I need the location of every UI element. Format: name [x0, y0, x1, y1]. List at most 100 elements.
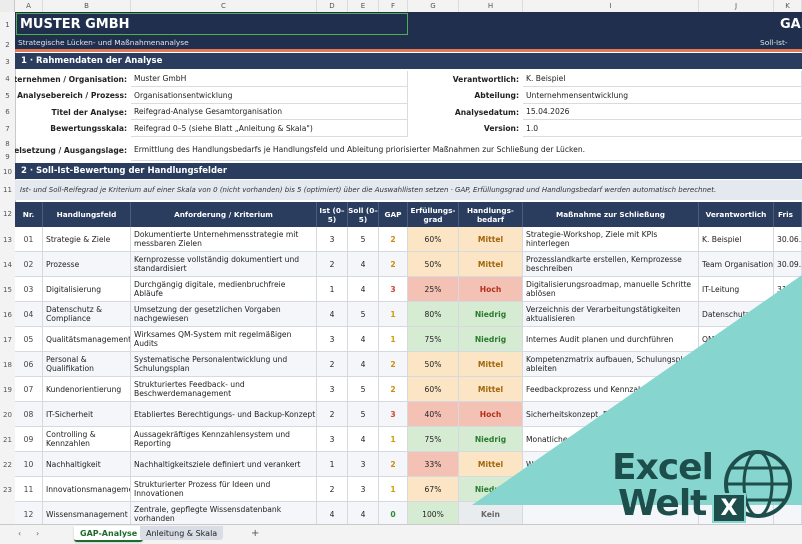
- criterion[interactable]: Strukturiertes Feedback- und Beschwerdem…: [131, 377, 317, 402]
- ist-value[interactable]: 1: [317, 452, 348, 477]
- soll-value[interactable]: 4: [348, 252, 379, 277]
- row-header-12[interactable]: 12: [0, 200, 15, 227]
- row-header-21[interactable]: 21: [0, 427, 15, 452]
- col-header-k[interactable]: K: [774, 0, 802, 12]
- row-header-6[interactable]: 6: [0, 104, 15, 120]
- row-header-22[interactable]: 22: [0, 452, 15, 477]
- field-name[interactable]: Personal & Qualifikation: [43, 352, 131, 377]
- spreadsheet-grid[interactable]: A B C D E F G H I J K 1 2 3 4 5 6 7 8 9 10 11 12 13 1…: [0, 0, 802, 524]
- soll-value[interactable]: 3: [348, 452, 379, 477]
- soll-value[interactable]: 4: [348, 352, 379, 377]
- deadline[interactable]: 30.09.: [774, 252, 802, 277]
- row-header-23[interactable]: 23: [0, 477, 15, 502]
- col-header-f[interactable]: F: [379, 0, 408, 12]
- col-header-i[interactable]: I: [523, 0, 699, 12]
- soll-value[interactable]: 5: [348, 227, 379, 252]
- tab-scroll-right-icon[interactable]: ›: [30, 526, 45, 540]
- field-name[interactable]: IT-Sicherheit: [43, 402, 131, 427]
- col-header-e[interactable]: E: [348, 0, 379, 12]
- row-header-9[interactable]: 9: [0, 151, 15, 163]
- row-header-1[interactable]: 1: [0, 12, 15, 37]
- ist-value[interactable]: 3: [317, 227, 348, 252]
- row-header-17[interactable]: 17: [0, 327, 15, 352]
- row-header-16[interactable]: 16: [0, 302, 15, 327]
- ist-value[interactable]: 4: [317, 502, 348, 524]
- soll-value[interactable]: 4: [348, 277, 379, 302]
- responsible[interactable]: Team Organisation: [699, 252, 774, 277]
- ist-value[interactable]: 2: [317, 252, 348, 277]
- soll-value[interactable]: 5: [348, 302, 379, 327]
- frame-value-responsible[interactable]: K. Beispiel: [523, 71, 802, 87]
- criterion[interactable]: Dokumentierte Unternehmensstrategie mit …: [131, 227, 317, 252]
- criterion[interactable]: Zentrale, gepflegte Wissensdatenbank vor…: [131, 502, 317, 524]
- field-name[interactable]: Qualitätsmanagement: [43, 327, 131, 352]
- criterion[interactable]: Durchgängig digitale, medienbruchfreie A…: [131, 277, 317, 302]
- field-name[interactable]: Wissensmanagement: [43, 502, 131, 524]
- criterion[interactable]: Systematische Personalentwicklung und Sc…: [131, 352, 317, 377]
- criterion[interactable]: Aussagekräftiges Kennzahlensystem und Re…: [131, 427, 317, 452]
- row-header-2[interactable]: 2: [0, 37, 15, 53]
- row-header-19[interactable]: 19: [0, 377, 15, 402]
- field-name[interactable]: Prozesse: [43, 252, 131, 277]
- ist-value[interactable]: 3: [317, 327, 348, 352]
- col-header-c[interactable]: C: [131, 0, 317, 12]
- row-header-10[interactable]: 10: [0, 163, 15, 180]
- soll-value[interactable]: 4: [348, 502, 379, 524]
- criterion[interactable]: Wirksames QM-System mit regelmäßigen Aud…: [131, 327, 317, 352]
- add-sheet-button[interactable]: +: [245, 526, 265, 540]
- page-title[interactable]: MUSTER GMBH: [16, 13, 408, 35]
- frame-value-area[interactable]: Organisationsentwicklung: [131, 87, 408, 104]
- field-name[interactable]: Controlling & Kennzahlen: [43, 427, 131, 452]
- tab-gap-analyse[interactable]: GAP-Analyse: [74, 526, 144, 542]
- frame-value-company[interactable]: Muster GmbH: [131, 71, 408, 87]
- row-header-11[interactable]: 11: [0, 180, 15, 200]
- row-header-13[interactable]: 13: [0, 227, 15, 252]
- frame-value-goal[interactable]: Ermittlung des Handlungsbedarfs je Handl…: [131, 139, 802, 161]
- row-header-4[interactable]: 4: [0, 71, 15, 87]
- tab-scroll-left-icon[interactable]: ‹: [12, 526, 27, 540]
- row-header-3[interactable]: 3: [0, 53, 15, 71]
- row-header-18[interactable]: 18: [0, 352, 15, 377]
- frame-value-department[interactable]: Unternehmensentwicklung: [523, 87, 802, 104]
- soll-value[interactable]: 5: [348, 377, 379, 402]
- deadline[interactable]: 30.06.: [774, 227, 802, 252]
- frame-value-date[interactable]: 15.04.2026: [523, 104, 802, 120]
- field-name[interactable]: Strategie & Ziele: [43, 227, 131, 252]
- measure[interactable]: Strategie-Workshop, Ziele mit KPIs hinte…: [523, 227, 699, 252]
- ist-value[interactable]: 1: [317, 277, 348, 302]
- frame-value-title[interactable]: Reifegrad-Analyse Gesamtorganisation: [131, 104, 408, 120]
- row-header-5[interactable]: 5: [0, 87, 15, 104]
- field-name[interactable]: Datenschutz & Compliance: [43, 302, 131, 327]
- row-header-8[interactable]: 8: [0, 137, 15, 151]
- row-header-7[interactable]: 7: [0, 120, 15, 137]
- soll-value[interactable]: 5: [348, 402, 379, 427]
- col-header-d[interactable]: D: [317, 0, 348, 12]
- tab-anleitung-skala[interactable]: Anleitung & Skala: [140, 526, 224, 540]
- field-name[interactable]: Kundenorientierung: [43, 377, 131, 402]
- criterion[interactable]: Umsetzung der gesetzlichen Vorgaben nach…: [131, 302, 317, 327]
- ist-value[interactable]: 2: [317, 352, 348, 377]
- field-name[interactable]: Nachhaltigkeit: [43, 452, 131, 477]
- ist-value[interactable]: 4: [317, 302, 348, 327]
- ist-value[interactable]: 2: [317, 402, 348, 427]
- field-name[interactable]: Digitalisierung: [43, 277, 131, 302]
- col-header-b[interactable]: B: [43, 0, 131, 12]
- ist-value[interactable]: 3: [317, 427, 348, 452]
- soll-value[interactable]: 3: [348, 477, 379, 502]
- responsible[interactable]: K. Beispiel: [699, 227, 774, 252]
- criterion[interactable]: Nachhaltigkeitsziele definiert und veran…: [131, 452, 317, 477]
- col-header-h[interactable]: H: [459, 0, 523, 12]
- frame-value-version[interactable]: 1.0: [523, 120, 802, 137]
- criterion[interactable]: Strukturierter Prozess für Ideen und Inn…: [131, 477, 317, 502]
- row-header-20[interactable]: 20: [0, 402, 15, 427]
- row-header-15[interactable]: 15: [0, 277, 15, 302]
- row-header-14[interactable]: 14: [0, 252, 15, 277]
- measure[interactable]: Prozesslandkarte erstellen, Kernprozesse…: [523, 252, 699, 277]
- col-header-g[interactable]: G: [408, 0, 459, 12]
- criterion[interactable]: Kernprozesse vollständig dokumentiert un…: [131, 252, 317, 277]
- field-name[interactable]: Innovationsmanagement: [43, 477, 131, 502]
- select-all-corner[interactable]: [0, 0, 15, 12]
- criterion[interactable]: Etabliertes Berechtigungs- und Backup-Ko…: [131, 402, 317, 427]
- col-header-a[interactable]: A: [15, 0, 43, 12]
- frame-value-scale[interactable]: Reifegrad 0–5 (siehe Blatt „Anleitung & …: [131, 120, 408, 137]
